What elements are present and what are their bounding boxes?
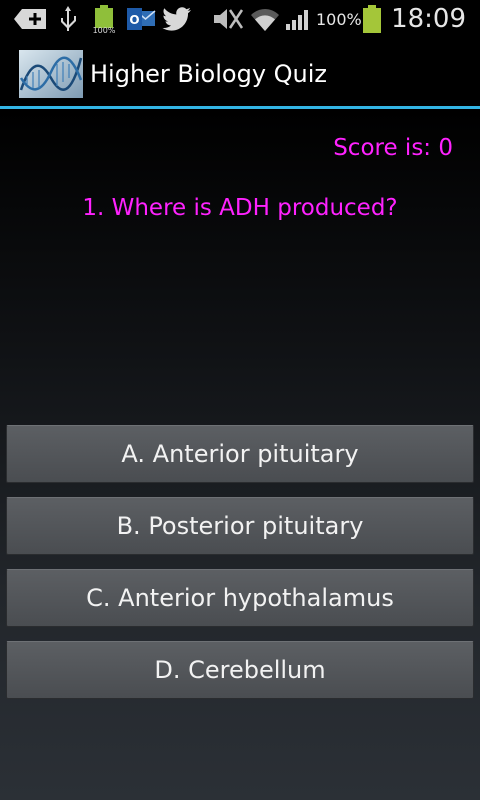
answer-button-b[interactable]: B. Posterior pituitary [6,497,474,555]
clock: 18:09 [391,4,466,34]
mute-icon [212,0,244,38]
outlook-icon: O [126,0,156,38]
twitter-icon [162,0,192,38]
signal-icon [284,0,314,38]
answer-button-d[interactable]: D. Cerebellum [6,641,474,699]
score-label: Score is: 0 [333,135,453,161]
svg-text:100%: 100% [93,26,116,34]
dna-helix-icon[interactable] [19,50,83,98]
battery-icon [362,0,382,38]
answer-button-a[interactable]: A. Anterior pituitary [6,425,474,483]
question-text: 1. Where is ADH produced? [82,195,398,221]
answer-button-c[interactable]: C. Anterior hypothalamus [6,569,474,627]
usb-icon [58,0,78,38]
app-title: Higher Biology Quiz [90,60,328,88]
status-bar: 100% O 100% 18:09 [0,0,480,38]
quiz-content: Score is: 0 1. Where is ADH produced? A.… [0,109,480,800]
svg-text:O: O [129,13,139,27]
add-icon [14,0,48,38]
wifi-icon [250,0,280,38]
battery-percent: 100% [316,10,362,29]
action-bar: Higher Biology Quiz [0,38,480,106]
battery-full-icon: 100% [92,0,118,38]
